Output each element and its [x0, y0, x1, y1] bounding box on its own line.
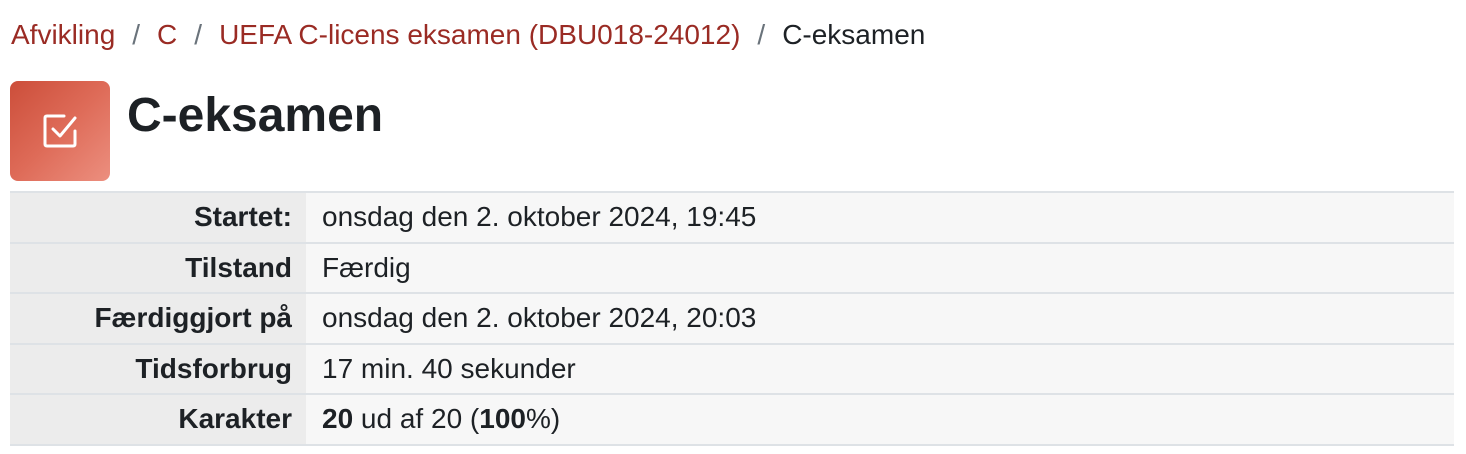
- breadcrumb-separator: /: [132, 19, 141, 50]
- table-row: Startet: onsdag den 2. oktober 2024, 19:…: [10, 191, 1454, 243]
- breadcrumb-link-afvikling[interactable]: Afvikling: [11, 19, 115, 51]
- attempt-summary-table: Startet: onsdag den 2. oktober 2024, 19:…: [10, 191, 1454, 446]
- row-label-started: Startet:: [10, 191, 306, 243]
- page-header: C-eksamen: [10, 81, 383, 181]
- row-value-state: Færdig: [306, 241, 1454, 293]
- row-value-grade: 20 ud af 20 (100%): [306, 393, 1454, 446]
- page-title: C-eksamen: [127, 88, 384, 142]
- breadcrumb-link-course[interactable]: UEFA C-licens eksamen (DBU018-24012): [219, 19, 740, 51]
- table-row: Færdiggjort på onsdag den 2. oktober 202…: [10, 292, 1454, 344]
- breadcrumb-separator: /: [757, 19, 766, 50]
- table-row: Tidsforbrug 17 min. 40 sekunder: [10, 342, 1454, 394]
- breadcrumb-separator: /: [194, 19, 203, 50]
- table-row: Tilstand Færdig: [10, 241, 1454, 293]
- breadcrumb-current: C-eksamen: [782, 19, 926, 50]
- grade-suffix: %): [525, 403, 561, 435]
- row-value-started: onsdag den 2. oktober 2024, 19:45: [306, 191, 1454, 243]
- grade-percent: 100: [479, 403, 526, 435]
- row-label-grade: Karakter: [10, 393, 306, 446]
- row-value-completed: onsdag den 2. oktober 2024, 20:03: [306, 292, 1454, 344]
- row-label-completed: Færdiggjort på: [10, 292, 306, 344]
- row-label-state: Tilstand: [10, 241, 306, 293]
- breadcrumb: Afvikling / C / UEFA C-licens eksamen (D…: [11, 14, 925, 56]
- table-row: Karakter 20 ud af 20 (100%): [10, 393, 1454, 446]
- grade-out-of: ud af 20 (: [353, 403, 480, 435]
- grade-score: 20: [322, 403, 354, 435]
- row-label-time-taken: Tidsforbrug: [10, 342, 306, 394]
- quiz-review-page: Afvikling / C / UEFA C-licens eksamen (D…: [0, 0, 1466, 454]
- breadcrumb-link-c[interactable]: C: [157, 19, 177, 51]
- checkbox-check-icon: [43, 114, 77, 148]
- row-value-time-taken: 17 min. 40 sekunder: [306, 342, 1454, 394]
- quiz-checkbox-icon: [10, 81, 110, 181]
